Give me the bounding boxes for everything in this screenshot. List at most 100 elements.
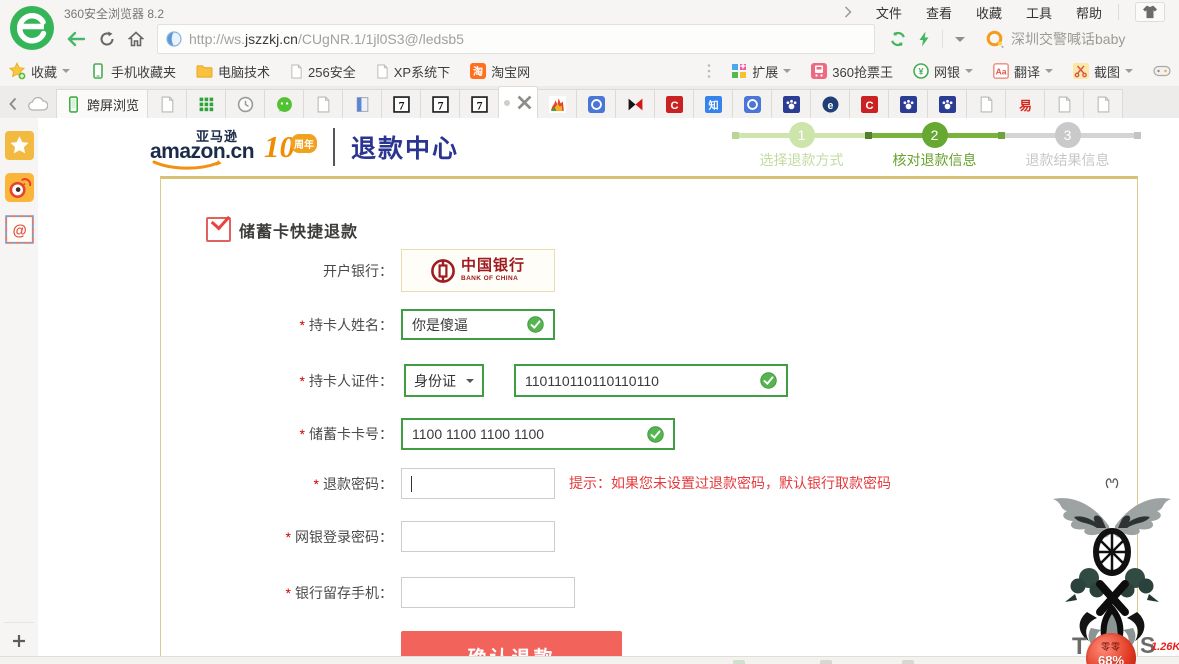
browser-tab[interactable]	[264, 89, 304, 118]
browser-tab[interactable]: 7	[459, 89, 499, 118]
step-number: 3	[1055, 122, 1081, 148]
paw-icon	[939, 96, 956, 113]
refund-password-input[interactable]	[401, 468, 555, 499]
step-number: 1	[789, 122, 815, 148]
browser-tab[interactable]: e	[810, 89, 850, 118]
url-history-caret-icon[interactable]	[955, 37, 965, 47]
browser-tab[interactable]	[303, 89, 343, 118]
browser-tab[interactable]	[927, 89, 967, 118]
paw-icon	[900, 96, 917, 113]
tab-scroll-back-icon[interactable]	[8, 97, 18, 111]
browser-tab[interactable]	[147, 89, 187, 118]
mail-at-icon[interactable]: @	[5, 215, 34, 244]
bank-of-china-emblem-icon	[431, 259, 455, 283]
phone-label: *银行留存手机：	[161, 577, 393, 609]
bank-shield-icon: ¥	[913, 63, 929, 79]
phone-icon	[90, 63, 106, 79]
browser-tab[interactable]	[732, 89, 772, 118]
cardholder-name-input[interactable]: 你是傻逼	[401, 309, 555, 340]
star-add-icon	[8, 62, 26, 80]
close-icon[interactable]	[516, 94, 533, 111]
red-c-icon: C	[666, 96, 683, 113]
url-input[interactable]: http://ws.jszzkj.cn/CUgNR.1/1jl0S3@/leds…	[157, 24, 875, 54]
svg-text:e: e	[827, 99, 833, 111]
menu-view[interactable]: 查看	[926, 3, 952, 22]
search-text: 深圳交警喊话baby	[1011, 29, 1125, 49]
back-button[interactable]	[66, 31, 86, 47]
add-sidebar-item-button[interactable]	[11, 633, 27, 649]
loading-dot-icon	[504, 100, 510, 106]
bookmark-item[interactable]: 扩展	[731, 62, 791, 81]
active-tab[interactable]	[498, 86, 538, 118]
browser-tab[interactable]	[1083, 89, 1123, 118]
cloud-sync-icon[interactable]	[28, 97, 48, 111]
bookmark-item[interactable]: 360抢票王	[811, 62, 893, 81]
home-button[interactable]	[128, 31, 144, 47]
bank-phone-input[interactable]	[401, 577, 575, 608]
360-browser-logo-icon[interactable]	[9, 5, 55, 51]
reload-button[interactable]	[99, 31, 115, 47]
menu-help[interactable]: 帮助	[1076, 3, 1102, 22]
ebank-password-input[interactable]	[401, 521, 555, 552]
browser-tab[interactable]	[1044, 89, 1084, 118]
id-number-input[interactable]: 110110110110110110	[514, 364, 788, 397]
browser-tab[interactable]	[342, 89, 382, 118]
bookmark-item[interactable]: 截图	[1073, 62, 1133, 81]
browser-tab[interactable]: 7	[420, 89, 460, 118]
bookmark-item[interactable]: 电脑技术	[196, 62, 270, 81]
browser-tab[interactable]: C	[654, 89, 694, 118]
tab-cross-screen-browse[interactable]: 跨屏浏览	[56, 89, 148, 118]
browser-tab[interactable]	[225, 89, 265, 118]
card-number-input[interactable]: 1100 1100 1100 1100	[401, 418, 675, 450]
bookmark-item[interactable]: 收藏	[8, 62, 70, 81]
search-input[interactable]: 深圳交警喊话baby	[980, 25, 1179, 53]
browser-tab[interactable]	[966, 89, 1006, 118]
skin-theme-button[interactable]	[1135, 2, 1165, 22]
taskbar-icon-peek	[902, 660, 914, 664]
bookmark-item[interactable]	[1153, 64, 1171, 78]
id-type-select[interactable]: 身份证	[404, 364, 484, 397]
browser-tab[interactable]: 知	[693, 89, 733, 118]
refund-pwd-label: *退款密码：	[161, 468, 393, 500]
bookmarks-left: 收藏 手机收藏夹 电脑技术 256安全 XP系统下 淘淘宝网	[8, 62, 530, 81]
browser-tab[interactable]	[186, 89, 226, 118]
bookmark-item[interactable]: Aa翻译	[993, 62, 1053, 81]
anniversary-badge: 10 周年	[264, 132, 317, 162]
network-speed-text: 1.26K/s	[1151, 641, 1179, 653]
auto-refresh-icon[interactable]	[890, 31, 906, 47]
weibo-icon[interactable]	[5, 173, 34, 202]
menu-tools[interactable]: 工具	[1026, 3, 1052, 22]
savings-card-checkbox[interactable]	[206, 217, 231, 242]
bookmark-label: 电脑技术	[218, 62, 270, 81]
tab-strip: 777C知eC易	[148, 86, 1123, 118]
extensions-icon	[731, 63, 747, 79]
red-c-icon: C	[861, 96, 878, 113]
turbo-lightning-icon[interactable]	[918, 31, 930, 47]
url-path: /CUgNR.1/1jl0S3@/ledsb5	[298, 31, 464, 47]
bookmark-item[interactable]: XP系统下	[376, 62, 450, 81]
menu-file[interactable]: 文件	[876, 3, 902, 22]
bank-label: 开户银行：	[161, 253, 393, 289]
bookmark-item[interactable]: ¥网银	[913, 62, 973, 81]
bookmark-item[interactable]: 手机收藏夹	[90, 62, 176, 81]
dropdown-caret-icon	[1045, 69, 1053, 77]
browser-tab[interactable]: 7	[381, 89, 421, 118]
browser-tab[interactable]	[771, 89, 811, 118]
dropdown-caret-icon	[62, 69, 70, 77]
favorites-star-icon[interactable]	[5, 131, 34, 160]
browser-tab[interactable]: C	[849, 89, 889, 118]
menu-expand-icon[interactable]	[844, 6, 852, 18]
browser-tab[interactable]	[615, 89, 655, 118]
browser-tab[interactable]	[576, 89, 616, 118]
browser-tab[interactable]: 易	[1005, 89, 1045, 118]
amazon-smile-icon	[152, 159, 222, 171]
bookmark-label: 翻译	[1014, 62, 1040, 81]
overflow-dots-icon[interactable]	[707, 63, 711, 79]
progress-steps: 1选择退款方式2核对退款信息3退款结果信息	[735, 120, 1141, 166]
bookmark-item[interactable]: 淘淘宝网	[470, 62, 530, 81]
menu-favorites[interactable]: 收藏	[976, 3, 1002, 22]
browser-tab[interactable]	[888, 89, 928, 118]
confirm-refund-button[interactable]: 确认退款	[401, 631, 622, 657]
browser-tab[interactable]	[537, 89, 577, 118]
bookmark-item[interactable]: 256安全	[290, 62, 356, 81]
